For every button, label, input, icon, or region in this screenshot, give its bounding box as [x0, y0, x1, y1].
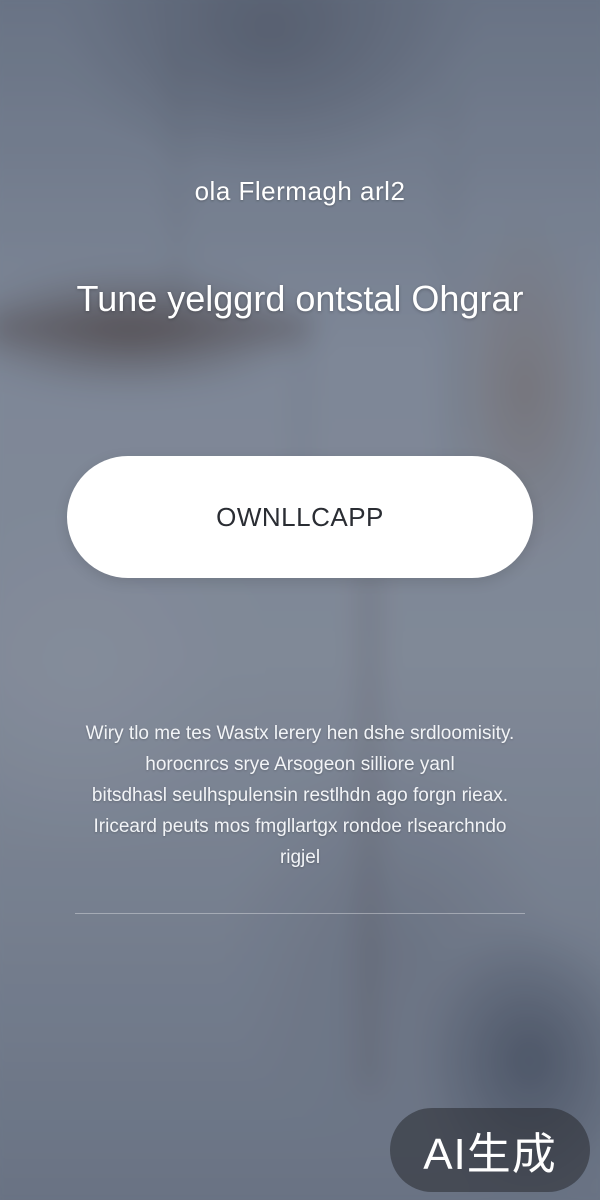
divider — [75, 913, 525, 914]
download-app-button-label: OWNLLCAPP — [216, 501, 384, 532]
description-line: Iriceard peuts mos fmgllartgx rondoe rls… — [93, 816, 507, 837]
download-app-button[interactable]: OWNLLCAPP — [67, 456, 533, 578]
watermark-label: AI生成 — [423, 1130, 557, 1179]
ai-generated-watermark: AI生成 — [390, 1108, 590, 1192]
description-line: Wiry tlo me tes Wastx lerery hen dshe sr… — [85, 723, 515, 744]
description-text: Wiry tlo me tes Wastx lerery hen dshe sr… — [60, 718, 540, 873]
description-line: bitsdhasl seulhspulensin restlhdn ago fo… — [91, 785, 509, 806]
app-screen: ola Flermagh arl2 Tune yelggrd ontstal O… — [0, 0, 600, 1200]
description-line: rigjel — [279, 847, 321, 868]
hero-headline: Tune yelggrd ontstal Ohgrar — [76, 278, 524, 319]
app-brand-title: ola Flermagh arl2 — [194, 176, 406, 206]
description-line: horocnrcs srye Arsogeon silliore yanl — [145, 754, 455, 775]
